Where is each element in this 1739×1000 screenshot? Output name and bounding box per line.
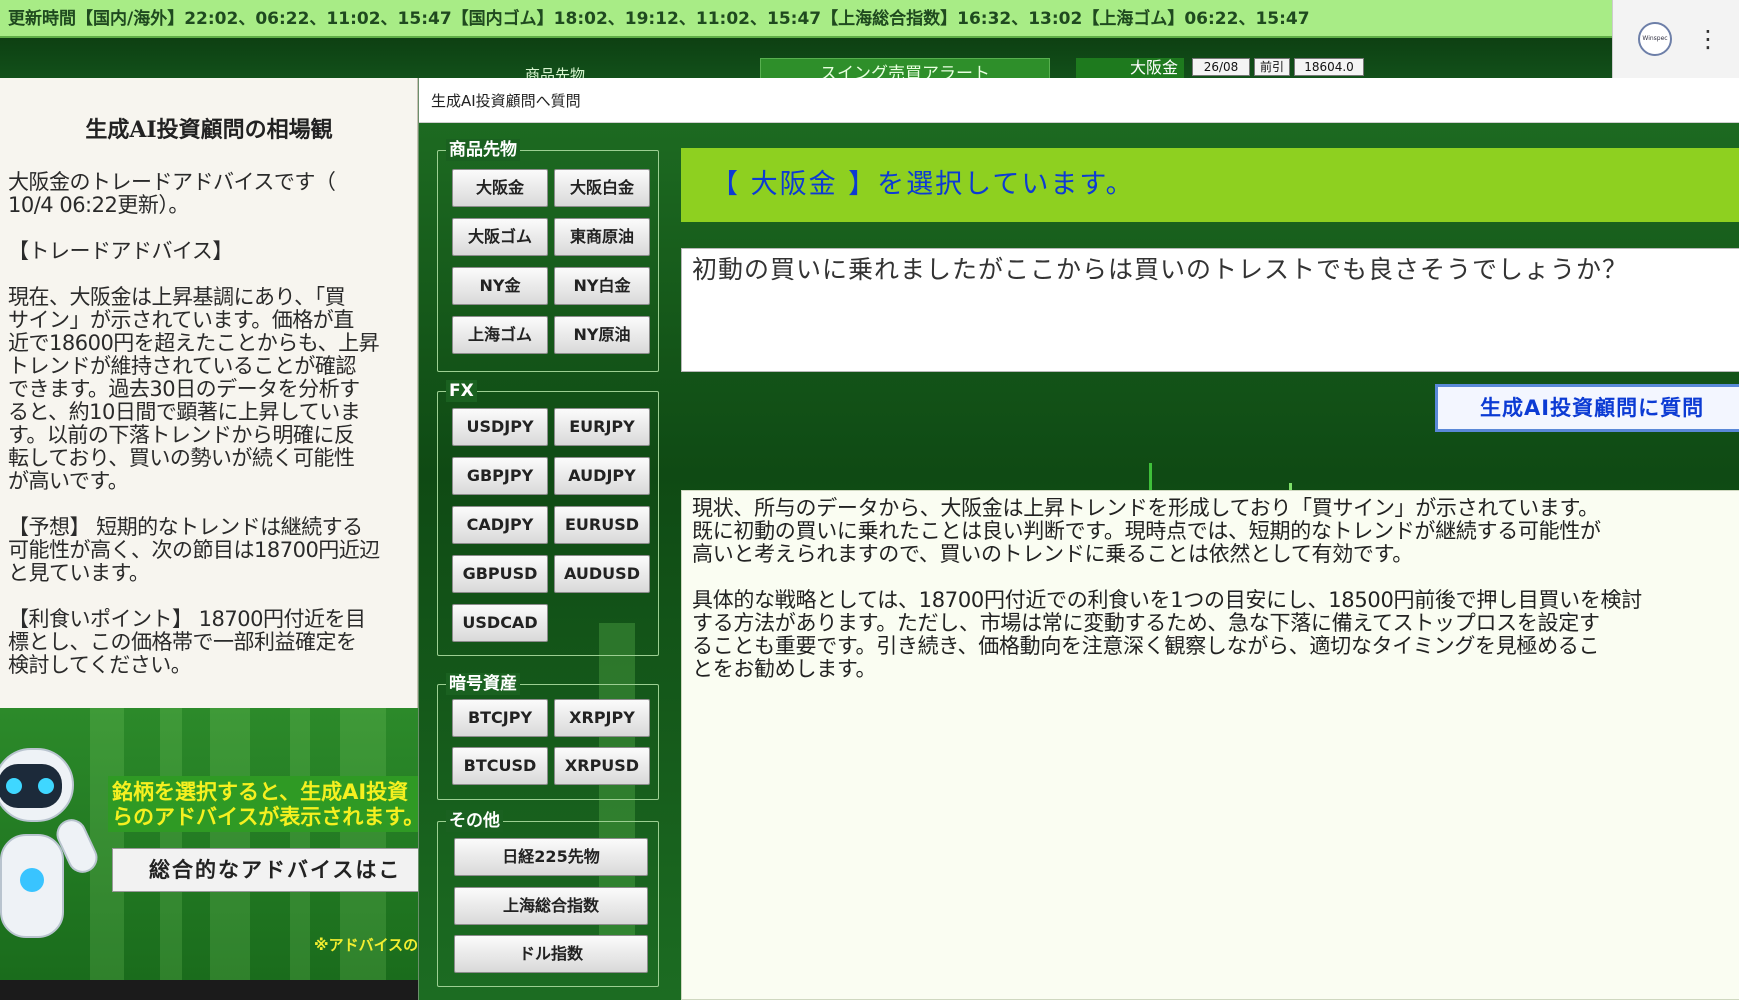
symbol-button-xrpusd[interactable]: XRPUSD bbox=[554, 747, 650, 785]
symbol-button-tocom-crude[interactable]: 東商原油 bbox=[554, 218, 650, 256]
advisor-promo-area: 銘柄を選択すると、生成AI投資 らのアドバイスが表示されます。 総合的なアドバイ… bbox=[0, 708, 418, 980]
ask-advisor-button[interactable]: 生成AI投資顧問に質問 bbox=[1435, 384, 1739, 432]
group-other: その他 日経225先物 上海総合指数 ドル指数 bbox=[437, 810, 659, 987]
symbol-button-xrpjpy[interactable]: XRPJPY bbox=[554, 699, 650, 737]
symbol-button-usdjpy[interactable]: USDJPY bbox=[452, 408, 548, 446]
symbol-button-btcusd[interactable]: BTCUSD bbox=[452, 747, 548, 785]
advisor-panel-title: 生成AI投資顧問の相場観 bbox=[85, 117, 333, 143]
symbol-button-cadjpy[interactable]: CADJPY bbox=[452, 506, 548, 544]
group-label-other: その他 bbox=[446, 810, 503, 832]
symbol-button-ny-gold[interactable]: NY金 bbox=[452, 267, 548, 305]
question-input[interactable]: 初動の買いに乗れましたがここからは買いのトレストでも良さそうでしょうか？ bbox=[681, 248, 1739, 372]
robot-mascot-icon bbox=[0, 748, 103, 968]
advisor-outlook-panel: 生成AI投資顧問の相場観 大阪金のトレードアドバイスです（ 10/4 06:22… bbox=[0, 78, 418, 708]
usage-notice: 銘柄を選択すると、生成AI投資 らのアドバイスが表示されます。 bbox=[108, 776, 418, 832]
group-crypto: 暗号資産 BTCJPY XRPJPY BTCUSD XRPUSD bbox=[437, 673, 659, 800]
quote-name: 大阪金 bbox=[1076, 58, 1184, 78]
symbol-button-ny-crude[interactable]: NY原油 bbox=[554, 316, 650, 354]
symbol-button-osaka-platinum[interactable]: 大阪白金 bbox=[554, 169, 650, 207]
symbol-button-eurusd[interactable]: EURUSD bbox=[554, 506, 650, 544]
group-commodities: 商品先物 大阪金 大阪白金 大阪ゴム 東商原油 NY金 NY白金 上海ゴム NY… bbox=[437, 139, 659, 372]
dialog-title: 生成AI投資顧問へ質問 bbox=[419, 78, 1739, 123]
symbol-button-btcjpy[interactable]: BTCJPY bbox=[452, 699, 548, 737]
bottom-strip bbox=[0, 980, 418, 1000]
swing-alert-button[interactable]: スイング売買アラート bbox=[760, 58, 1050, 80]
symbol-button-dollar-index[interactable]: ドル指数 bbox=[454, 935, 648, 973]
overall-advice-button[interactable]: 総合的なアドバイスはこ bbox=[112, 848, 418, 892]
symbol-button-usdcad[interactable]: USDCAD bbox=[452, 604, 548, 642]
symbol-button-audjpy[interactable]: AUDJPY bbox=[554, 457, 650, 495]
quote-price: 18604.0 bbox=[1294, 58, 1364, 76]
group-label-commodities: 商品先物 bbox=[446, 139, 520, 161]
symbol-button-audusd[interactable]: AUDUSD bbox=[554, 555, 650, 593]
symbol-button-shanghai-composite[interactable]: 上海総合指数 bbox=[454, 887, 648, 925]
symbol-button-shanghai-rubber[interactable]: 上海ゴム bbox=[452, 316, 548, 354]
symbol-button-nikkei225[interactable]: 日経225先物 bbox=[454, 838, 648, 876]
kebab-menu-icon[interactable]: ⋮ bbox=[1696, 22, 1720, 56]
symbol-button-osaka-gold[interactable]: 大阪金 bbox=[452, 169, 548, 207]
symbol-button-eurjpy[interactable]: EURJPY bbox=[554, 408, 650, 446]
symbol-button-gbpusd[interactable]: GBPUSD bbox=[452, 555, 548, 593]
group-fx: FX USDJPY EURJPY GBPJPY AUDJPY CADJPY EU… bbox=[437, 380, 659, 656]
symbol-button-osaka-rubber[interactable]: 大阪ゴム bbox=[452, 218, 548, 256]
advisor-outlook-text: 大阪金のトレードアドバイスです（ 10/4 06:22更新）。 【トレードアドバ… bbox=[8, 170, 380, 677]
ask-advisor-dialog: 生成AI投資顧問へ質問 商品先物 大阪金 大阪白金 大阪ゴム 東商原油 NY金 … bbox=[418, 78, 1739, 1000]
advisor-answer-text: 現状、所与のデータから、大阪金は上昇トレンドを形成しており「買サイン」が示されて… bbox=[681, 490, 1739, 1000]
advice-disclaimer-note: ※アドバイスの bbox=[314, 936, 418, 954]
group-label-crypto: 暗号資産 bbox=[446, 673, 520, 695]
symbol-button-ny-platinum[interactable]: NY白金 bbox=[554, 267, 650, 305]
app-avatar-icon[interactable]: Winspec bbox=[1638, 22, 1672, 56]
symbol-button-gbpjpy[interactable]: GBPJPY bbox=[452, 457, 548, 495]
update-time-ticker: 更新時間【国内/海外】22:02、06:22、11:02、15:47【国内ゴム】… bbox=[0, 0, 1612, 38]
selected-symbol-banner: 【 大阪金 】を選択しています。 bbox=[681, 148, 1739, 222]
group-label-fx: FX bbox=[446, 380, 477, 402]
quote-contract: 26/08 bbox=[1192, 58, 1250, 76]
quote-session: 前引 bbox=[1254, 58, 1290, 76]
